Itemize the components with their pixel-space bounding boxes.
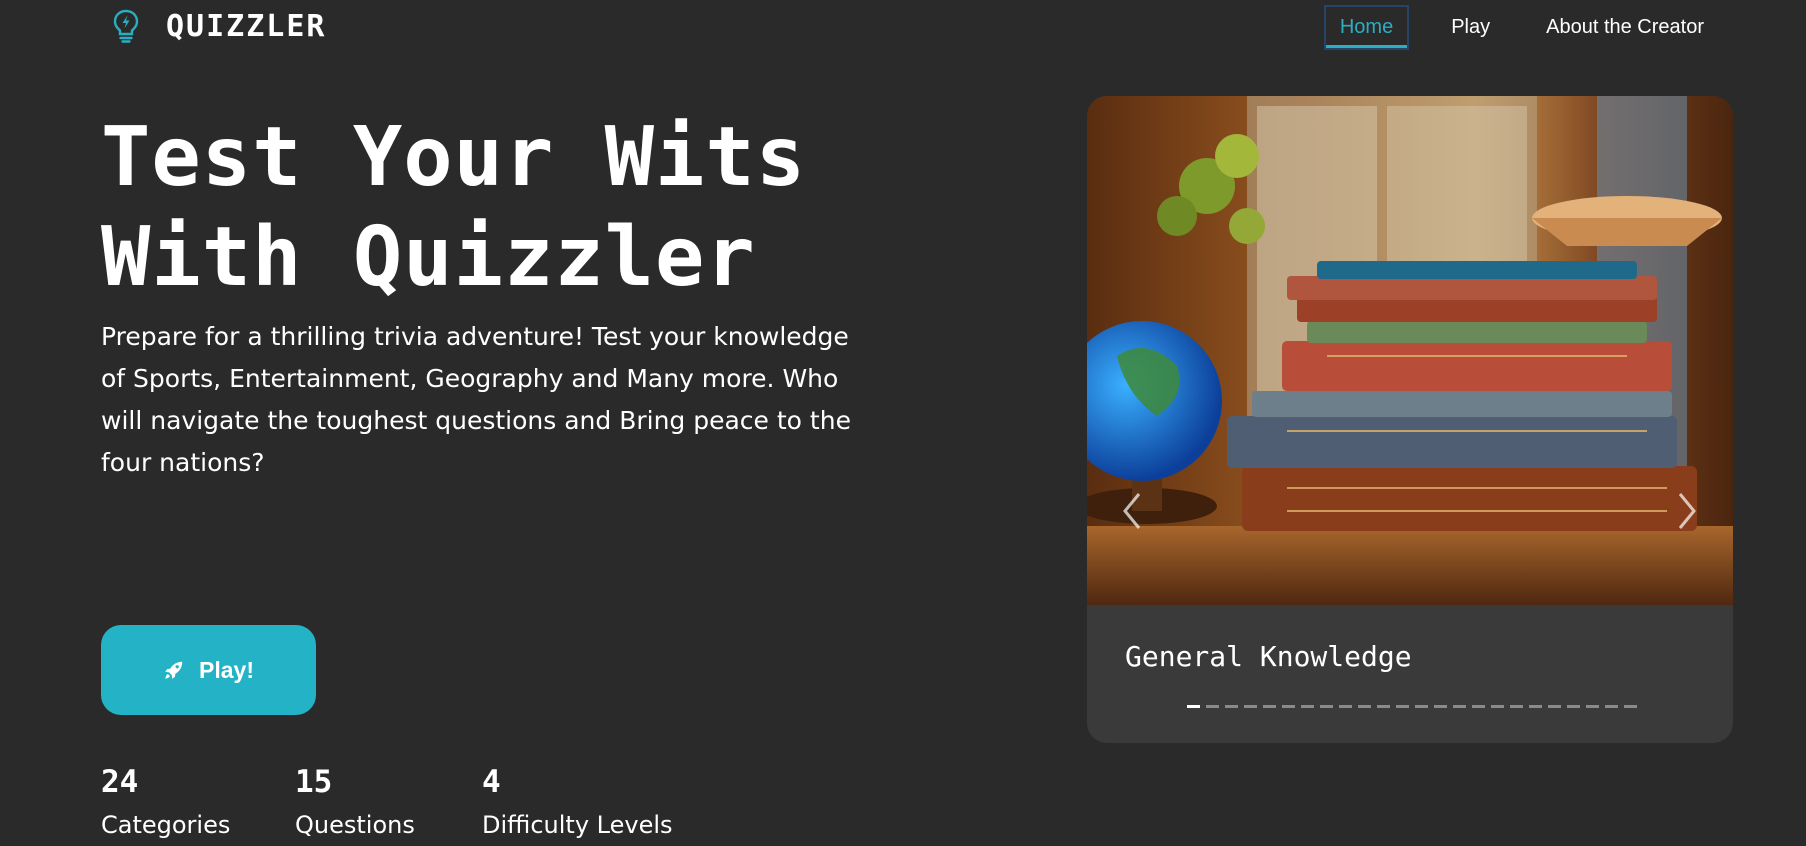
carousel-next-button[interactable]: [1672, 486, 1702, 536]
carousel-indicator[interactable]: [1510, 705, 1523, 708]
carousel-indicator[interactable]: [1472, 705, 1485, 708]
carousel-prev-button[interactable]: [1117, 486, 1147, 536]
carousel-caption: General Knowledge: [1125, 640, 1412, 673]
stat-value: 24: [101, 764, 139, 800]
carousel-indicator[interactable]: [1206, 705, 1219, 708]
stat-questions: 15 Questions: [295, 758, 415, 844]
hero-title: Test Your Wits With Quizzler: [101, 108, 901, 308]
stat-value: 4: [482, 764, 501, 800]
category-carousel: General Knowledge: [1087, 96, 1733, 743]
chevron-left-icon: [1123, 493, 1141, 529]
carousel-indicator[interactable]: [1529, 705, 1542, 708]
play-button-label: Play!: [199, 656, 254, 683]
carousel-image: [1087, 96, 1733, 605]
hero-title-line-1: Test Your Wits: [101, 110, 807, 205]
carousel-indicator[interactable]: [1263, 705, 1276, 708]
carousel-indicator[interactable]: [1225, 705, 1238, 708]
carousel-indicator[interactable]: [1301, 705, 1314, 708]
main-nav: Home Play About the Creator: [1323, 5, 1718, 50]
hero-description: Prepare for a thrilling trivia adventure…: [101, 322, 851, 477]
nav-play[interactable]: Play: [1437, 7, 1504, 48]
brand[interactable]: QUIZZLER: [110, 8, 327, 44]
carousel-indicator[interactable]: [1415, 705, 1428, 708]
hero-title-line-2: With Quizzler: [101, 210, 756, 305]
carousel-indicator[interactable]: [1358, 705, 1371, 708]
brand-name: QUIZZLER: [166, 8, 327, 44]
carousel-indicator[interactable]: [1320, 705, 1333, 708]
carousel-indicator[interactable]: [1548, 705, 1561, 708]
carousel-indicator[interactable]: [1491, 705, 1504, 708]
stat-categories: 24 Categories: [101, 758, 230, 844]
carousel-indicator[interactable]: [1339, 705, 1352, 708]
nav-about-creator[interactable]: About the Creator: [1532, 7, 1718, 48]
stat-label: Categories: [101, 811, 231, 839]
lightbulb-icon: [113, 9, 139, 43]
carousel-indicators: [1187, 705, 1637, 708]
nav-home[interactable]: Home: [1323, 5, 1410, 50]
stat-label: Questions: [295, 811, 415, 839]
carousel-indicator[interactable]: [1453, 705, 1466, 708]
play-button[interactable]: Play!: [101, 625, 316, 715]
stat-difficulty-levels: 4 Difficulty Levels: [482, 758, 673, 844]
stat-value: 15: [295, 764, 333, 800]
carousel-indicator[interactable]: [1282, 705, 1295, 708]
carousel-indicator[interactable]: [1187, 705, 1200, 708]
carousel-indicator[interactable]: [1396, 705, 1409, 708]
carousel-indicator[interactable]: [1605, 705, 1618, 708]
page: QUIZZLER Home Play About the Creator Tes…: [0, 0, 1806, 846]
carousel-indicator[interactable]: [1434, 705, 1447, 708]
rocket-icon: [165, 661, 183, 679]
chevron-right-icon: [1678, 493, 1696, 529]
stat-label: Difficulty Levels: [482, 811, 673, 839]
carousel-indicator[interactable]: [1567, 705, 1580, 708]
carousel-indicator[interactable]: [1377, 705, 1390, 708]
carousel-indicator[interactable]: [1244, 705, 1257, 708]
carousel-indicator[interactable]: [1624, 705, 1637, 708]
carousel-indicator[interactable]: [1586, 705, 1599, 708]
